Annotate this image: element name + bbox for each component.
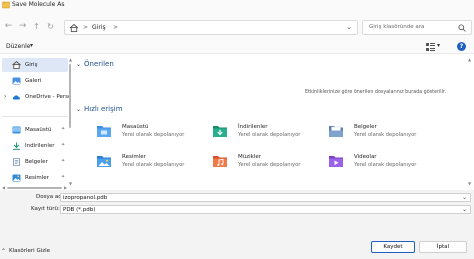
tile-name: Videolar (354, 154, 377, 160)
organize-button[interactable]: Düzenle (6, 43, 30, 50)
chevron-up-icon[interactable]: ⌃ (1, 248, 6, 255)
up-arrow-icon[interactable]: ↑ (31, 21, 42, 32)
sidebar-item-label: Giriş (25, 62, 38, 68)
refresh-icon[interactable]: ↻ (45, 21, 56, 32)
sidebar-item-indirilenler[interactable]: İndirilenler ✦ (2, 139, 68, 153)
navigation-pane: Giriş Galeri › OneDrive - Perso Masaüstü… (0, 54, 72, 187)
sidebar-divider (2, 116, 68, 117)
tile-subtitle: Yerel olarak depolanıyor (354, 162, 417, 168)
quick-access-item-muzikler[interactable]: Müzikler Yerel olarak depolanıyor (212, 152, 322, 176)
sidebar-horizontal-scrollbar-thumb[interactable] (7, 187, 62, 189)
quick-access-item-indirilenler[interactable]: İndirilenler Yerel olarak depolanıyor (212, 122, 322, 146)
app-icon (2, 1, 10, 9)
gallery-icon (12, 77, 21, 85)
chevron-down-icon[interactable]: ⌄ (76, 61, 81, 68)
quick-access-item-videolar[interactable]: Videolar Yerel olarak depolanıyor (328, 152, 438, 176)
sidebar-item-galeri[interactable]: Galeri (2, 74, 68, 88)
tile-subtitle: Yerel olarak depolanıyor (238, 132, 301, 138)
home-icon (12, 61, 21, 69)
filename-value: izopropanol.pdb (63, 195, 108, 201)
pin-icon: ✦ (61, 126, 66, 132)
sidebar-scrollbar-thumb[interactable] (69, 64, 71, 128)
tile-subtitle: Yerel olarak depolanıyor (238, 162, 301, 168)
hide-folders-toggle[interactable]: Klasörleri Gizle (9, 248, 50, 254)
chevron-down-icon[interactable]: ⌄ (76, 106, 81, 113)
search-icon (458, 24, 466, 32)
desktop-folder-icon (97, 126, 111, 137)
chevron-down-icon[interactable]: ⌄ (462, 194, 467, 201)
scroll-up-arrow-icon[interactable]: ▲ (69, 57, 72, 62)
documents-folder-icon (329, 126, 343, 137)
tile-subtitle: Yerel olarak depolanıyor (122, 132, 185, 138)
title-bar: Save Molecule As (0, 0, 474, 10)
home-icon (69, 23, 79, 33)
breadcrumb-separator: > (83, 24, 89, 31)
tile-name: Resimler (122, 154, 146, 160)
search-input[interactable]: Giriş klasöründe ara (362, 20, 472, 35)
back-arrow-icon[interactable]: ← (3, 21, 14, 32)
pin-icon: ✦ (61, 158, 66, 164)
tile-name: Masaüstü (122, 124, 149, 130)
tile-subtitle: Yerel olarak depolanıyor (354, 132, 417, 138)
help-icon[interactable]: ? (457, 42, 466, 51)
forward-arrow-icon[interactable]: → (17, 21, 28, 32)
quick-access-item-masaustu[interactable]: Masaüstü Yerel olarak depolanıyor (96, 122, 206, 146)
music-folder-icon (213, 156, 227, 167)
content-pane: ⌄ Önerilen Etkinliklerinize göre önerile… (74, 54, 474, 187)
desktop-icon (12, 126, 21, 134)
pin-icon: ✦ (61, 142, 66, 148)
scroll-down-arrow-icon[interactable]: ▼ (69, 181, 72, 186)
chevron-right-icon[interactable]: › (4, 93, 6, 100)
search-placeholder: Giriş klasöründe ara (369, 24, 425, 30)
pictures-folder-icon (97, 156, 111, 167)
filename-field[interactable]: izopropanol.pdb ⌄ (60, 193, 471, 202)
breadcrumb-giris[interactable]: Giriş (92, 24, 106, 31)
pictures-icon (12, 174, 21, 182)
cloud-icon (12, 95, 20, 100)
quick-access-heading[interactable]: Hızlı erişim (84, 105, 123, 113)
filetype-select[interactable]: PDB (*.pdb) ⌄ (60, 205, 471, 214)
chevron-down-icon[interactable]: ⌄ (462, 206, 467, 213)
sidebar-item-masaustu[interactable]: Masaüstü ✦ (2, 123, 68, 137)
cancel-button[interactable]: İptal (419, 241, 467, 253)
window-title: Save Molecule As (12, 1, 65, 8)
save-button[interactable]: Kaydet (371, 241, 415, 253)
breadcrumb-separator[interactable]: > (113, 24, 118, 31)
quick-access-item-belgeler[interactable]: Belgeler Yerel olarak depolanıyor (328, 122, 438, 146)
tile-subtitle: Yerel olarak depolanıyor (122, 162, 185, 168)
address-row: ← → ↑ ↻ > Giriş > ⌄ Giriş klasöründe ara (0, 10, 474, 40)
chevron-down-icon[interactable]: ▾ (30, 42, 33, 49)
sidebar-item-belgeler[interactable]: Belgeler ✦ (2, 155, 68, 169)
filetype-label: Kayıt türü: (31, 206, 60, 212)
sidebar-item-onedrive[interactable]: › OneDrive - Perso (2, 90, 69, 104)
videos-folder-icon (329, 156, 343, 167)
tile-name: Belgeler (354, 124, 377, 130)
recommended-heading[interactable]: Önerilen (84, 60, 114, 68)
pin-icon: ✦ (61, 174, 66, 180)
downloads-folder-icon (213, 126, 227, 137)
address-bar[interactable]: > Giriş > ⌄ (64, 20, 358, 35)
view-options-icon[interactable] (426, 43, 435, 51)
recommended-empty-message: Etkinliklerinize göre önerilen dosyaları… (305, 90, 446, 95)
filetype-value: PDB (*.pdb) (63, 207, 96, 213)
sidebar-item-label: OneDrive - Perso (25, 94, 69, 100)
command-bar: Düzenle ▾ ▾ ? (0, 40, 474, 54)
scroll-up-arrow-icon[interactable]: ▲ (468, 57, 471, 62)
documents-icon (13, 158, 20, 166)
sidebar-item-giris[interactable]: Giriş (2, 58, 68, 72)
chevron-down-icon[interactable]: ⌄ (346, 23, 352, 31)
sidebar-item-label: Galeri (25, 78, 42, 84)
quick-access-item-resimler[interactable]: Resimler Yerel olarak depolanıyor (96, 152, 206, 176)
download-icon (13, 142, 20, 150)
chevron-down-icon[interactable]: ▾ (437, 42, 440, 49)
sidebar-item-resimler[interactable]: Resimler ✦ (2, 171, 68, 185)
scroll-down-arrow-icon[interactable]: ▼ (468, 181, 471, 186)
tile-name: Müzikler (238, 154, 262, 160)
tile-name: İndirilenler (238, 124, 268, 130)
